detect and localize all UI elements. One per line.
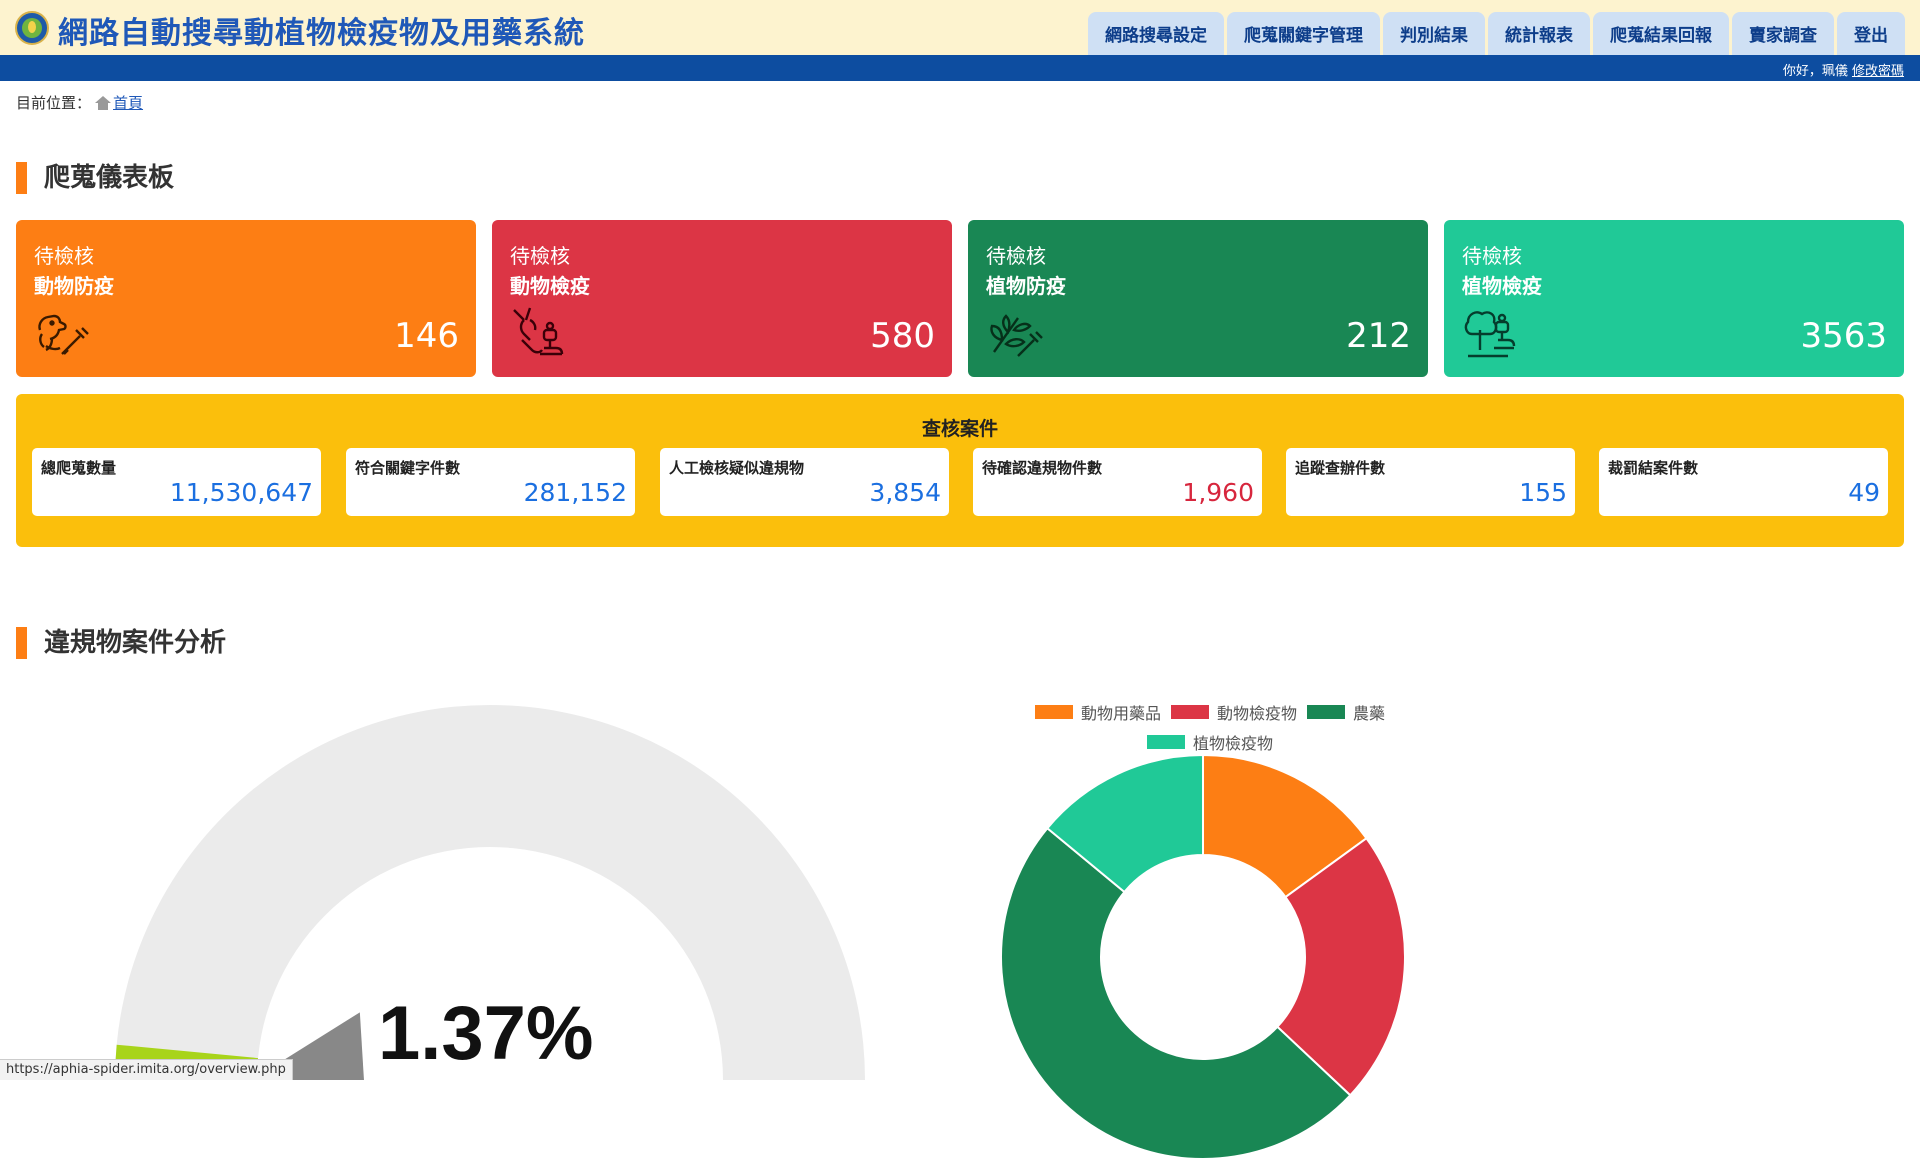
analysis-heading: 違規物案件分析 [16,626,226,660]
legend-item-plant-quarantine[interactable]: 植物檢疫物 [1146,730,1273,754]
nav-judgement-results[interactable]: 判別結果 [1383,12,1485,55]
card-pre-label: 待檢核 [1462,244,1522,268]
nav-search-settings[interactable]: 網路搜尋設定 [1088,12,1224,55]
goat-microscope-icon [513,307,564,356]
breadcrumb-home-link[interactable]: 首頁 [113,92,143,113]
card-plant-quarantine[interactable]: 待檢核 植物檢疫 3563 [1444,220,1904,377]
case-value: 155 [1519,478,1567,507]
gauge-percentage: 1.37% [378,991,594,1076]
card-name: 植物檢疫 [1462,274,1542,298]
legend-item-animal-drugs[interactable]: 動物用藥品 [1034,700,1161,724]
case-keyword-matched[interactable]: 符合關鍵字件數 281,152 [346,448,635,516]
case-tracking[interactable]: 追蹤查辦件數 155 [1286,448,1575,516]
case-label: 人工檢核疑似違規物 [669,459,805,477]
inspection-cases-panel: 查核案件 總爬蒐數量 11,530,647 符合關鍵字件數 281,152 人工… [16,394,1904,547]
case-value: 3,854 [869,478,941,507]
card-name: 植物防疫 [986,274,1066,298]
case-pending-confirmation[interactable]: 待確認違規物件數 1,960 [973,448,1262,516]
case-label: 待確認違規物件數 [982,459,1103,477]
card-count: 212 [1346,316,1411,356]
user-greeting: 你好，珮儀 [1782,64,1848,79]
card-pre-label: 待檢核 [34,244,94,268]
legend-item-animal-quarantine[interactable]: 動物檢疫物 [1170,700,1297,724]
card-animal-quarantine[interactable]: 待檢核 動物檢疫 580 [492,220,952,377]
card-name: 動物防疫 [34,274,114,298]
home-icon [95,95,112,110]
case-label: 符合關鍵字件數 [355,459,461,477]
site-title: 網路自動搜尋動植物檢疫物及用藥系統 [58,16,585,51]
card-name: 動物檢疫 [510,274,590,298]
legend-item-pesticide[interactable]: 農藥 [1307,700,1385,724]
card-pre-label: 待檢核 [986,244,1046,268]
top-header: 網路自動搜尋動植物檢疫物及用藥系統 網路搜尋設定 爬蒐關鍵字管理 判別結果 統計… [0,0,1920,55]
card-count: 146 [394,316,459,356]
case-value: 281,152 [523,478,627,507]
status-bar-url: https://aphia-spider.imita.org/overview.… [0,1059,293,1080]
case-label: 追蹤查辦件數 [1295,459,1386,477]
card-count: 3563 [1800,316,1887,356]
nav-seller-investigation[interactable]: 賣家調查 [1732,12,1834,55]
case-value: 11,530,647 [169,478,313,507]
dashboard-heading: 爬蒐儀表板 [16,161,174,195]
tree-microscope-icon [1464,311,1516,358]
case-value: 49 [1848,478,1880,507]
nav-statistics-report[interactable]: 統計報表 [1488,12,1590,55]
cases-title: 查核案件 [921,418,998,440]
card-plant-prevention[interactable]: 待檢核 植物防疫 212 [968,220,1428,377]
breadcrumb-label: 目前位置： [16,94,92,112]
case-value: 1,960 [1182,478,1254,507]
donut-legend: 動物用藥品 動物檢疫物 農藥 植物檢疫物 [1020,700,1400,760]
case-penalty-closed[interactable]: 裁罰結案件數 49 [1599,448,1888,516]
main-nav: 網路搜尋設定 爬蒐關鍵字管理 判別結果 統計報表 爬蒐結果回報 賣家調查 登出 [1088,12,1905,55]
breadcrumb: 目前位置： 首頁 [16,92,143,113]
case-label: 總爬蒐數量 [41,459,117,477]
case-label: 裁罰結案件數 [1608,459,1699,477]
dog-syringe-icon [38,314,89,355]
card-animal-prevention[interactable]: 待檢核 動物防疫 146 [16,220,476,377]
agency-logo-icon [15,11,49,45]
leaf-syringe-icon [990,314,1043,357]
nav-crawl-result-report[interactable]: 爬蒐結果回報 [1593,12,1729,55]
nav-logout[interactable]: 登出 [1837,12,1905,55]
case-suspected-violations[interactable]: 人工檢核疑似違規物 3,854 [660,448,949,516]
card-pre-label: 待檢核 [510,244,570,268]
case-total-crawled[interactable]: 總爬蒐數量 11,530,647 [32,448,321,516]
card-count: 580 [870,316,935,356]
violation-donut-chart [999,753,1406,1161]
change-password-link[interactable]: 修改密碼 [1852,64,1904,79]
nav-keyword-management[interactable]: 爬蒐關鍵字管理 [1227,12,1380,55]
user-bar: 你好，珮儀 修改密碼 [0,55,1920,81]
